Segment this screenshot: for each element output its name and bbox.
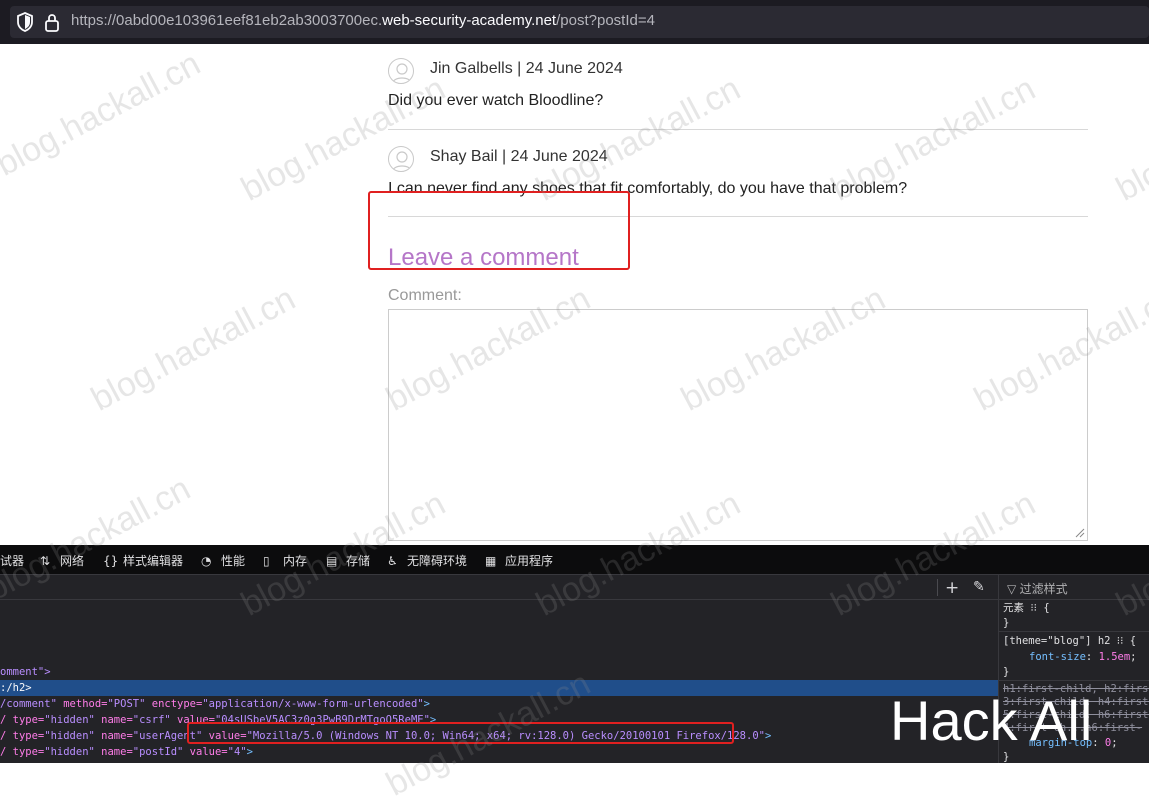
accessibility-icon: ♿ bbox=[387, 554, 398, 568]
code-text: value= bbox=[183, 746, 228, 758]
code-text: method= bbox=[56, 698, 108, 710]
markup-line[interactable]: / type="hidden" name="postId" value="4"> bbox=[0, 744, 253, 760]
rule-selector: [theme="blog"] h2 bbox=[1003, 635, 1117, 647]
rule-line: 元素 ⁝⁝ { bbox=[1003, 602, 1050, 615]
code-text: /comment" bbox=[0, 698, 57, 710]
tab-label: 内存 bbox=[283, 554, 308, 568]
url-domain: web-security-academy.net bbox=[382, 12, 557, 29]
code-text: "postId" bbox=[132, 746, 184, 758]
code-text: > bbox=[246, 746, 253, 758]
css-property: font-size bbox=[1029, 651, 1086, 663]
browser-url-bar: https://0abd00e103961eef81eb2ab3003700ec… bbox=[0, 0, 1149, 44]
url-prefix: https://0abd00e103961eef81eb2ab3003700ec… bbox=[71, 12, 383, 29]
filter-icon: ▽ bbox=[1007, 582, 1017, 596]
tab-label: 网络 bbox=[60, 554, 85, 568]
rule-line: [theme="blog"] h2 ⁝⁝ { bbox=[1003, 635, 1136, 648]
toolbar-separator bbox=[937, 579, 938, 596]
tab-performance[interactable]: ◔ 性能 bbox=[201, 552, 245, 569]
code-text: > bbox=[423, 698, 430, 710]
tab-style-editor[interactable]: {} 样式编辑器 bbox=[103, 552, 183, 569]
web-page: Jin Galbells | 24 June 2024 Did you ever… bbox=[0, 44, 1149, 545]
avatar-icon bbox=[388, 58, 414, 84]
markup-line[interactable]: omment"> bbox=[0, 664, 51, 680]
rule-grid-icon: ⁝⁝ bbox=[1030, 602, 1044, 614]
comment-divider bbox=[388, 129, 1088, 130]
rule-selector: 元素 bbox=[1003, 602, 1031, 614]
code-text: "hidden" bbox=[44, 714, 95, 726]
code-text: / type= bbox=[0, 714, 45, 726]
code-text: name= bbox=[94, 746, 133, 758]
filter-label: 过滤样式 bbox=[1019, 582, 1068, 596]
code-text: enctype= bbox=[145, 698, 203, 710]
braces-icon: {} bbox=[103, 554, 119, 568]
code-text: / type= bbox=[0, 730, 45, 742]
rule-line: } bbox=[1003, 617, 1009, 630]
rule-divider bbox=[999, 680, 1149, 681]
tab-label: 无障碍环境 bbox=[407, 554, 468, 568]
tab-label: 性能 bbox=[221, 554, 246, 568]
rule-brace: { bbox=[1043, 602, 1050, 614]
url-text[interactable]: https://0abd00e103961eef81eb2ab3003700ec… bbox=[71, 12, 655, 29]
code-text: "4" bbox=[227, 746, 247, 758]
tab-storage[interactable]: ▤ 存储 bbox=[326, 552, 370, 569]
tab-label: 存储 bbox=[346, 554, 371, 568]
css-value: 0 bbox=[1104, 737, 1112, 749]
devtools-tab-bar: 试器 ⇅ 网络 {} 样式编辑器 ◔ 性能 ▯ 内存 ▤ 存储 ♿ 无障碍环境 ▦ 应用程序 bbox=[0, 545, 1149, 575]
code-text: "POST" bbox=[107, 698, 146, 710]
code-text: "hidden" bbox=[44, 730, 95, 742]
rule-brace: { bbox=[1129, 635, 1137, 647]
markup-line-selected[interactable]: :/h2> bbox=[0, 680, 998, 696]
url-path: /post?postId=4 bbox=[556, 12, 655, 29]
code-text: "hidden" bbox=[44, 746, 95, 758]
code-text: omment"> bbox=[0, 666, 51, 678]
grid-icon: ▦ bbox=[485, 554, 497, 568]
highlight-box bbox=[368, 191, 630, 270]
code-text: "csrf" bbox=[132, 714, 171, 726]
code-text: / type= bbox=[0, 746, 45, 758]
gauge-icon: ◔ bbox=[201, 554, 212, 568]
rule-brace: } bbox=[1003, 666, 1010, 678]
code-text: name= bbox=[94, 714, 133, 726]
comment-meta: Shay Bail | 24 June 2024 bbox=[430, 148, 608, 165]
tab-network[interactable]: ⇅ 网络 bbox=[40, 552, 84, 569]
code-text: "application/x-www-form-urlencoded" bbox=[202, 698, 424, 710]
tab-label: 试器 bbox=[0, 554, 25, 568]
avatar-icon bbox=[388, 146, 414, 172]
network-icon: ⇅ bbox=[40, 554, 51, 568]
markup-line[interactable]: /comment" method="POST" enctype="applica… bbox=[0, 696, 430, 712]
code-text: name= bbox=[94, 730, 133, 742]
tab-application[interactable]: ▦ 应用程序 bbox=[485, 552, 553, 569]
rule-brace: } bbox=[1003, 617, 1010, 629]
comment-text: Did you ever watch Bloodline? bbox=[388, 92, 604, 109]
tracking-protection-shield-icon[interactable] bbox=[16, 12, 34, 32]
storage-icon: ▤ bbox=[326, 554, 338, 568]
brand-logo-text: Hack All bbox=[890, 689, 1093, 752]
lock-icon[interactable] bbox=[44, 12, 60, 32]
tab-debugger[interactable]: 试器 bbox=[0, 552, 24, 569]
inspector-toolbar: + ✎ bbox=[0, 575, 998, 600]
comment-field-label: Comment: bbox=[388, 287, 462, 304]
tab-accessibility[interactable]: ♿ 无障碍环境 bbox=[387, 552, 467, 569]
code-text: :/h2> bbox=[0, 682, 32, 694]
rule-grid-icon: ⁝⁝ bbox=[1116, 635, 1130, 647]
resize-grip-icon[interactable] bbox=[1073, 526, 1085, 538]
filter-styles-field[interactable]: ▽ 过滤样式 bbox=[999, 575, 1149, 600]
eyedropper-icon[interactable]: ✎ bbox=[973, 579, 985, 595]
highlight-box bbox=[187, 722, 734, 744]
tab-label: 应用程序 bbox=[505, 554, 554, 568]
rule-line: } bbox=[1003, 666, 1009, 679]
rule-divider bbox=[999, 631, 1149, 632]
rule-declaration[interactable]: font-size: 1.5em; bbox=[1029, 651, 1137, 664]
code-text: > bbox=[764, 730, 772, 742]
tab-label: 样式编辑器 bbox=[123, 554, 184, 568]
memory-chip-icon: ▯ bbox=[263, 554, 270, 568]
comment-textarea[interactable] bbox=[388, 309, 1088, 541]
css-value: 1.5em bbox=[1098, 651, 1131, 663]
tab-memory[interactable]: ▯ 内存 bbox=[263, 552, 307, 569]
add-node-icon[interactable]: + bbox=[945, 578, 959, 598]
comment-meta: Jin Galbells | 24 June 2024 bbox=[430, 60, 623, 77]
